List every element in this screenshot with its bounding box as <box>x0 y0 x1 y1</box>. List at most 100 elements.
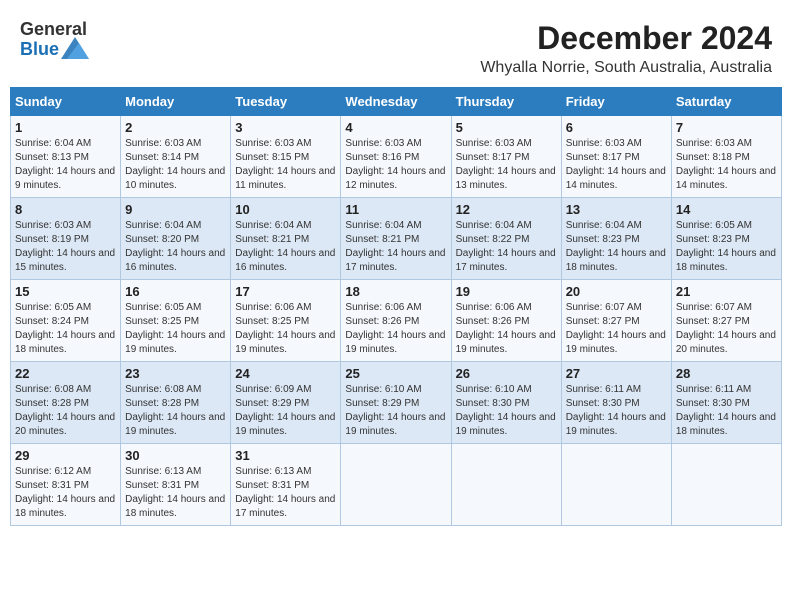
sunrise-text: Sunrise: 6:03 AM <box>15 220 91 231</box>
calendar-cell: 2 Sunrise: 6:03 AM Sunset: 8:14 PM Dayli… <box>121 116 231 198</box>
day-info: Sunrise: 6:10 AM Sunset: 8:29 PM Dayligh… <box>345 383 446 439</box>
calendar-cell: 14 Sunrise: 6:05 AM Sunset: 8:23 PM Dayl… <box>671 198 781 280</box>
location-title: Whyalla Norrie, South Australia, Austral… <box>480 59 772 77</box>
sunrise-text: Sunrise: 6:05 AM <box>125 302 201 313</box>
sunrise-text: Sunrise: 6:05 AM <box>676 220 752 231</box>
day-number: 3 <box>235 120 336 135</box>
day-number: 25 <box>345 366 446 381</box>
sunrise-text: Sunrise: 6:13 AM <box>125 466 201 477</box>
header-wednesday: Wednesday <box>341 88 451 116</box>
sunrise-text: Sunrise: 6:08 AM <box>15 384 91 395</box>
calendar-cell: 27 Sunrise: 6:11 AM Sunset: 8:30 PM Dayl… <box>561 362 671 444</box>
daylight-text: Daylight: 14 hours and 19 minutes. <box>566 330 666 355</box>
daylight-text: Daylight: 14 hours and 20 minutes. <box>676 330 776 355</box>
calendar-week-row: 22 Sunrise: 6:08 AM Sunset: 8:28 PM Dayl… <box>11 362 782 444</box>
sunrise-text: Sunrise: 6:03 AM <box>676 138 752 149</box>
sunrise-text: Sunrise: 6:03 AM <box>235 138 311 149</box>
day-number: 2 <box>125 120 226 135</box>
header-monday: Monday <box>121 88 231 116</box>
calendar-cell: 17 Sunrise: 6:06 AM Sunset: 8:25 PM Dayl… <box>231 280 341 362</box>
day-info: Sunrise: 6:12 AM Sunset: 8:31 PM Dayligh… <box>15 465 116 521</box>
sunset-text: Sunset: 8:23 PM <box>676 234 750 245</box>
daylight-text: Daylight: 14 hours and 19 minutes. <box>456 330 556 355</box>
daylight-text: Daylight: 14 hours and 14 minutes. <box>566 166 666 191</box>
sunset-text: Sunset: 8:23 PM <box>566 234 640 245</box>
logo-icon <box>61 37 89 59</box>
day-number: 27 <box>566 366 667 381</box>
day-info: Sunrise: 6:04 AM Sunset: 8:13 PM Dayligh… <box>15 137 116 193</box>
header-saturday: Saturday <box>671 88 781 116</box>
calendar-cell: 22 Sunrise: 6:08 AM Sunset: 8:28 PM Dayl… <box>11 362 121 444</box>
day-number: 1 <box>15 120 116 135</box>
sunset-text: Sunset: 8:26 PM <box>345 316 419 327</box>
sunrise-text: Sunrise: 6:08 AM <box>125 384 201 395</box>
calendar-week-row: 8 Sunrise: 6:03 AM Sunset: 8:19 PM Dayli… <box>11 198 782 280</box>
sunrise-text: Sunrise: 6:07 AM <box>676 302 752 313</box>
day-info: Sunrise: 6:06 AM Sunset: 8:26 PM Dayligh… <box>456 301 557 357</box>
sunset-text: Sunset: 8:17 PM <box>456 152 530 163</box>
daylight-text: Daylight: 14 hours and 9 minutes. <box>15 166 115 191</box>
calendar-week-row: 29 Sunrise: 6:12 AM Sunset: 8:31 PM Dayl… <box>11 444 782 526</box>
day-number: 12 <box>456 202 557 217</box>
sunset-text: Sunset: 8:27 PM <box>566 316 640 327</box>
calendar-cell: 21 Sunrise: 6:07 AM Sunset: 8:27 PM Dayl… <box>671 280 781 362</box>
sunset-text: Sunset: 8:25 PM <box>235 316 309 327</box>
daylight-text: Daylight: 14 hours and 19 minutes. <box>235 330 335 355</box>
sunset-text: Sunset: 8:31 PM <box>235 480 309 491</box>
daylight-text: Daylight: 14 hours and 19 minutes. <box>125 330 225 355</box>
calendar-cell: 31 Sunrise: 6:13 AM Sunset: 8:31 PM Dayl… <box>231 444 341 526</box>
sunrise-text: Sunrise: 6:03 AM <box>456 138 532 149</box>
sunset-text: Sunset: 8:29 PM <box>345 398 419 409</box>
daylight-text: Daylight: 14 hours and 17 minutes. <box>345 248 445 273</box>
daylight-text: Daylight: 14 hours and 18 minutes. <box>676 248 776 273</box>
day-info: Sunrise: 6:09 AM Sunset: 8:29 PM Dayligh… <box>235 383 336 439</box>
day-number: 13 <box>566 202 667 217</box>
sunrise-text: Sunrise: 6:04 AM <box>456 220 532 231</box>
day-number: 4 <box>345 120 446 135</box>
page-header: General Blue December 2024 Whyalla Norri… <box>10 10 782 83</box>
sunrise-text: Sunrise: 6:03 AM <box>125 138 201 149</box>
day-number: 17 <box>235 284 336 299</box>
day-info: Sunrise: 6:10 AM Sunset: 8:30 PM Dayligh… <box>456 383 557 439</box>
day-info: Sunrise: 6:11 AM Sunset: 8:30 PM Dayligh… <box>676 383 777 439</box>
daylight-text: Daylight: 14 hours and 14 minutes. <box>676 166 776 191</box>
sunset-text: Sunset: 8:28 PM <box>125 398 199 409</box>
sunset-text: Sunset: 8:20 PM <box>125 234 199 245</box>
calendar-cell: 3 Sunrise: 6:03 AM Sunset: 8:15 PM Dayli… <box>231 116 341 198</box>
sunset-text: Sunset: 8:17 PM <box>566 152 640 163</box>
day-number: 22 <box>15 366 116 381</box>
sunrise-text: Sunrise: 6:10 AM <box>345 384 421 395</box>
day-info: Sunrise: 6:04 AM Sunset: 8:23 PM Dayligh… <box>566 219 667 275</box>
day-number: 8 <box>15 202 116 217</box>
daylight-text: Daylight: 14 hours and 10 minutes. <box>125 166 225 191</box>
daylight-text: Daylight: 14 hours and 20 minutes. <box>15 412 115 437</box>
day-number: 16 <box>125 284 226 299</box>
day-info: Sunrise: 6:13 AM Sunset: 8:31 PM Dayligh… <box>125 465 226 521</box>
day-info: Sunrise: 6:04 AM Sunset: 8:22 PM Dayligh… <box>456 219 557 275</box>
sunrise-text: Sunrise: 6:04 AM <box>566 220 642 231</box>
day-info: Sunrise: 6:03 AM Sunset: 8:19 PM Dayligh… <box>15 219 116 275</box>
day-info: Sunrise: 6:03 AM Sunset: 8:14 PM Dayligh… <box>125 137 226 193</box>
calendar-cell: 8 Sunrise: 6:03 AM Sunset: 8:19 PM Dayli… <box>11 198 121 280</box>
sunrise-text: Sunrise: 6:06 AM <box>456 302 532 313</box>
sunset-text: Sunset: 8:25 PM <box>125 316 199 327</box>
daylight-text: Daylight: 14 hours and 19 minutes. <box>345 330 445 355</box>
calendar-cell <box>671 444 781 526</box>
calendar-cell <box>451 444 561 526</box>
day-number: 20 <box>566 284 667 299</box>
sunset-text: Sunset: 8:30 PM <box>566 398 640 409</box>
daylight-text: Daylight: 14 hours and 19 minutes. <box>345 412 445 437</box>
calendar-cell: 6 Sunrise: 6:03 AM Sunset: 8:17 PM Dayli… <box>561 116 671 198</box>
calendar-cell: 24 Sunrise: 6:09 AM Sunset: 8:29 PM Dayl… <box>231 362 341 444</box>
day-number: 26 <box>456 366 557 381</box>
calendar-cell: 10 Sunrise: 6:04 AM Sunset: 8:21 PM Dayl… <box>231 198 341 280</box>
day-info: Sunrise: 6:08 AM Sunset: 8:28 PM Dayligh… <box>15 383 116 439</box>
daylight-text: Daylight: 14 hours and 19 minutes. <box>456 412 556 437</box>
day-number: 14 <box>676 202 777 217</box>
sunset-text: Sunset: 8:27 PM <box>676 316 750 327</box>
sunset-text: Sunset: 8:19 PM <box>15 234 89 245</box>
day-info: Sunrise: 6:05 AM Sunset: 8:24 PM Dayligh… <box>15 301 116 357</box>
calendar-cell <box>341 444 451 526</box>
sunset-text: Sunset: 8:28 PM <box>15 398 89 409</box>
sunset-text: Sunset: 8:15 PM <box>235 152 309 163</box>
